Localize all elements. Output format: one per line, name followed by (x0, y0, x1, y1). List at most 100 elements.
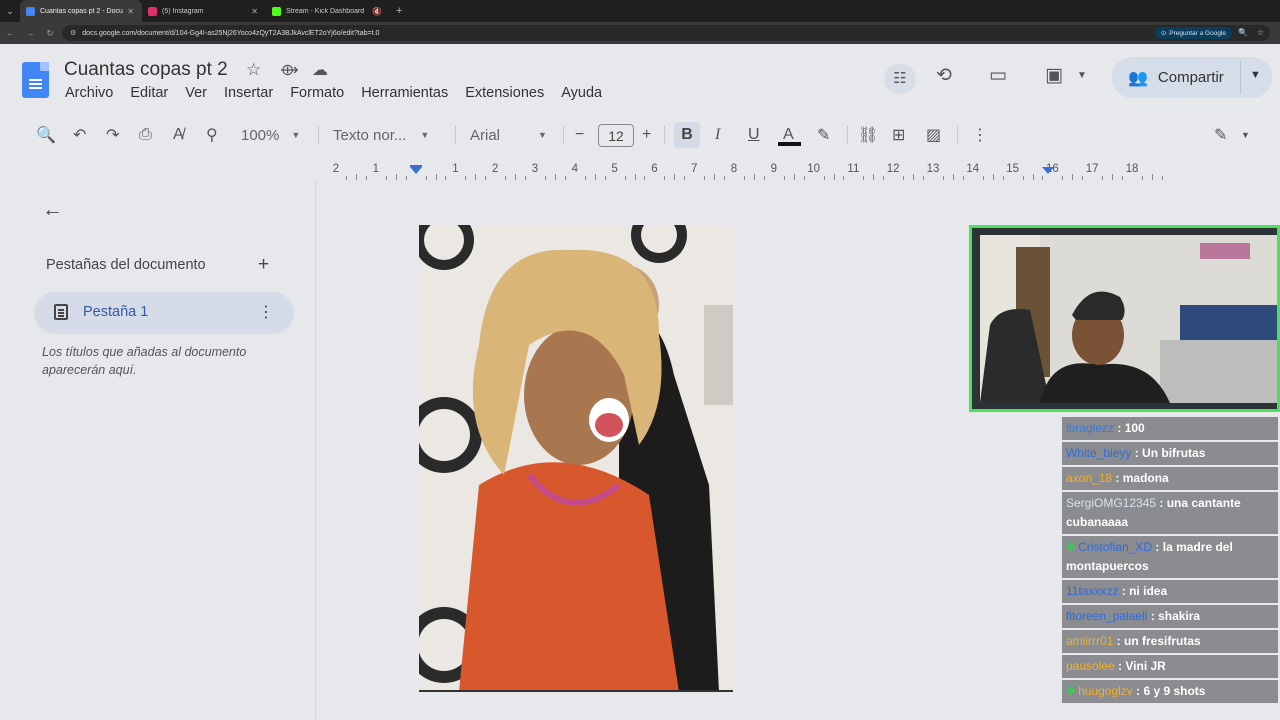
history-icon[interactable]: ⟲ (936, 64, 952, 87)
ruler-tick (554, 174, 556, 180)
ruler-tick (445, 176, 447, 180)
undo-icon[interactable]: ↶ (73, 118, 86, 152)
meet-video-icon[interactable]: ▣ (1045, 64, 1063, 87)
ask-google-label: Preguntar a Google (1169, 29, 1226, 37)
ruler-number: 7 (690, 163, 698, 175)
increase-font-size-icon[interactable]: + (642, 118, 651, 152)
ruler-tick (903, 176, 905, 180)
ruler-tick (833, 174, 835, 180)
zoom-icon[interactable]: 🔍 (1238, 28, 1248, 37)
editing-mode-icon[interactable]: ✎ (1214, 118, 1227, 152)
comments-icon[interactable]: ▭ (989, 64, 1007, 87)
insert-image-icon[interactable]: ▨ (926, 118, 941, 152)
ruler-number: 1 (372, 163, 379, 175)
ruler-tick (724, 176, 726, 180)
stream-chat: ibraglezz : 100 White_bleyy : Un bifrutas… (1062, 417, 1278, 705)
share-button[interactable]: 👥 Compartir ▼ (1112, 57, 1272, 98)
menu-ver[interactable]: Ver (185, 85, 207, 101)
browser-tab-docs[interactable]: Cuantas copas pt 2 - Documen ✕ (20, 0, 142, 22)
docs-logo-icon[interactable] (22, 62, 49, 98)
zoom-select[interactable]: 100% ▼ (241, 118, 300, 152)
ruler-tick (982, 176, 984, 180)
underline-icon[interactable]: U (748, 118, 760, 152)
ruler-tick (644, 176, 646, 180)
first-line-indent-marker[interactable] (410, 165, 422, 167)
ruler-tick (385, 176, 387, 180)
chevron-down-icon[interactable]: ▼ (1241, 118, 1250, 152)
add-tab-icon[interactable]: + (258, 254, 269, 276)
site-info-icon[interactable]: ⚙ (70, 29, 76, 37)
document-tab-1[interactable]: Pestaña 1 ⋮ (34, 292, 294, 334)
chat-username: fitoreen_palaeli (1066, 609, 1148, 623)
document-title[interactable]: Cuantas copas pt 2 (64, 59, 228, 81)
ruler-tick (515, 174, 517, 180)
font-family-select[interactable]: Arial ▼ (470, 118, 547, 152)
ruler-number: 3 (531, 163, 539, 175)
forward-icon[interactable]: → (20, 28, 40, 38)
chevron-down-icon[interactable]: ▼ (1077, 70, 1087, 81)
star-icon[interactable]: ☆ (246, 60, 261, 80)
menu-extensiones[interactable]: Extensiones (465, 85, 544, 101)
redo-icon[interactable]: ↷ (106, 118, 119, 152)
chat-message: ibraglezz : 100 (1062, 417, 1278, 440)
share-dropdown-icon[interactable]: ▼ (1250, 69, 1261, 81)
ruler-number: 18 (1125, 163, 1139, 175)
menu-formato[interactable]: Formato (290, 85, 344, 101)
menu-editar[interactable]: Editar (130, 85, 168, 101)
mute-icon[interactable]: 🔇 (372, 7, 382, 16)
highlight-icon[interactable]: ✎ (817, 118, 830, 152)
tab-search-icon[interactable]: ⌄ (0, 0, 20, 22)
new-tab-icon[interactable]: + (396, 5, 402, 17)
chat-text: ni idea (1129, 584, 1168, 598)
paragraph-style-select[interactable]: Texto nor... ▼ (333, 118, 429, 152)
ruler-tick (564, 176, 566, 180)
ruler-tick (883, 176, 885, 180)
document-image[interactable] (419, 225, 733, 692)
menu-insertar[interactable]: Insertar (224, 85, 273, 101)
ruler-tick (1151, 174, 1153, 180)
browser-address-bar: ← → ↻ ⚙ docs.google.com/document/d/104-G… (0, 22, 1280, 44)
left-indent-marker[interactable] (410, 167, 422, 174)
chat-username: pausolee (1066, 659, 1115, 673)
ruler-number: 15 (1006, 163, 1019, 175)
font-size-input[interactable]: 12 (598, 124, 634, 147)
search-menus-icon[interactable]: 🔍 (36, 118, 56, 152)
print-icon[interactable]: ⎙ (139, 118, 152, 152)
back-icon[interactable]: ← (0, 28, 20, 38)
url-input[interactable]: ⚙ docs.google.com/document/d/104-Gg4I-as… (62, 25, 1270, 41)
browser-tab-kick[interactable]: Stream - Kick Dashboard 🔇 (266, 0, 390, 22)
bookmark-star-icon[interactable]: ☆ (1257, 28, 1264, 37)
text-color-icon[interactable]: A (783, 118, 794, 152)
italic-icon[interactable]: I (715, 118, 720, 152)
ruler-tick (873, 174, 875, 180)
move-to-drive-icon[interactable]: ⟴ (280, 60, 299, 80)
tab-label: (5) Instagram (162, 7, 204, 15)
back-arrow-icon[interactable]: ← (42, 198, 63, 222)
close-icon[interactable]: ✕ (127, 7, 134, 16)
more-options-icon[interactable]: ⋮ (258, 302, 274, 322)
ask-google-button[interactable]: ⊙ Preguntar a Google (1154, 27, 1232, 39)
close-icon[interactable]: ✕ (251, 7, 258, 16)
cloud-saved-icon[interactable]: ☁ (312, 60, 328, 80)
ruler-tick (475, 174, 477, 180)
present-icon[interactable]: ☷ (884, 64, 916, 94)
ruler-tick (942, 176, 944, 180)
decrease-font-size-icon[interactable]: − (575, 118, 584, 152)
reload-icon[interactable]: ↻ (40, 28, 60, 39)
horizontal-ruler[interactable]: 2 1 1 2 3 4 5 6 7 8 9 10 11 12 13 14 15 16 17 18 (316, 160, 1163, 182)
menu-herramientas[interactable]: Herramientas (361, 85, 448, 101)
bold-icon[interactable]: B (674, 122, 700, 148)
chat-message: fitoreen_palaeli : shakira (1062, 605, 1278, 628)
style-value: Texto nor... (333, 126, 407, 144)
ruler-tick (823, 176, 825, 180)
right-indent-marker[interactable] (1042, 167, 1054, 174)
more-options-icon[interactable]: ⋮ (972, 118, 988, 152)
add-comment-icon[interactable]: ⊞ (892, 118, 905, 152)
paint-format-icon[interactable]: ⚲ (206, 118, 218, 152)
menu-ayuda[interactable]: Ayuda (561, 85, 602, 101)
link-icon[interactable]: ⛓ (858, 118, 878, 152)
ruler-tick (365, 176, 367, 180)
menu-archivo[interactable]: Archivo (65, 85, 113, 101)
spellcheck-icon[interactable]: A̸ (173, 118, 184, 152)
browser-tab-instagram[interactable]: (5) Instagram ✕ (142, 0, 266, 22)
